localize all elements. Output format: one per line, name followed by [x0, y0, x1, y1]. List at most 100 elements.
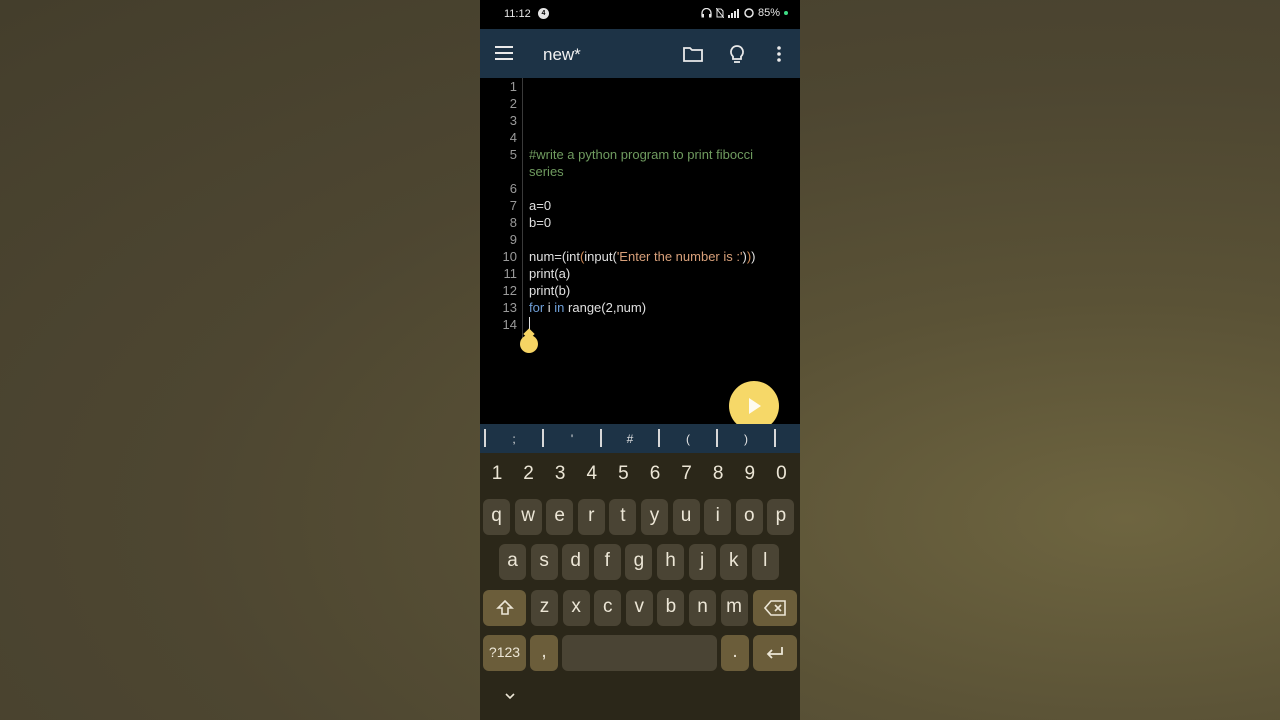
number-key[interactable]: 4	[577, 463, 607, 485]
letter-key[interactable]: l	[751, 544, 779, 580]
code-token: series	[529, 164, 564, 179]
symbol-quote[interactable]: '	[552, 432, 592, 446]
file-title: new*	[543, 45, 581, 64]
letter-key[interactable]: w	[514, 499, 542, 535]
notification-badge: 4	[538, 8, 549, 19]
code-token: input(	[584, 249, 617, 264]
letter-key[interactable]: x	[562, 590, 590, 626]
status-bar: 11:12 4 85%	[480, 0, 800, 29]
code-token: range(2,num)	[564, 300, 647, 315]
code-token: num=(int	[529, 249, 580, 264]
line-number: 12	[502, 283, 517, 298]
letter-key[interactable]: h	[657, 544, 684, 580]
backspace-icon	[763, 600, 786, 616]
chevron-down-icon[interactable]	[504, 690, 516, 702]
number-key[interactable]: 6	[640, 463, 670, 485]
gutter-divider	[522, 78, 523, 338]
letter-key[interactable]: e	[546, 499, 574, 535]
number-key[interactable]: 5	[608, 463, 638, 485]
status-time: 11:12	[504, 8, 531, 20]
line-number: 4	[509, 130, 517, 145]
symbol-hash[interactable]: #	[610, 432, 650, 446]
shift-icon	[495, 599, 514, 615]
letter-key[interactable]: m	[720, 590, 748, 626]
letter-key[interactable]: z	[531, 590, 558, 626]
letter-key[interactable]: q	[483, 499, 510, 535]
code-line: num=(int(input('Enter the number is :'))…	[529, 249, 756, 264]
letter-key[interactable]: n	[689, 590, 716, 626]
code-token: in	[554, 300, 565, 315]
code-token: )	[751, 249, 756, 264]
shift-key[interactable]	[483, 590, 526, 626]
number-key[interactable]: 8	[703, 463, 733, 485]
code-line: a=0	[529, 198, 551, 213]
period-key[interactable]: .	[721, 635, 749, 671]
code-line: print(a)	[529, 266, 570, 281]
phone-screen: 11:12 4 85% new* 1 2 3 4 5 #write a python	[480, 0, 800, 720]
code-token: 'Enter the number is :'	[616, 249, 743, 264]
letter-key[interactable]: b	[657, 590, 685, 626]
symbol-open-paren[interactable]: (	[668, 432, 708, 446]
letter-key[interactable]: o	[735, 499, 763, 535]
code-token: print(a)	[529, 266, 571, 281]
line-number: 3	[509, 113, 517, 128]
symbol-separator	[542, 429, 544, 447]
code-line: for i in range(2,num)	[529, 300, 646, 315]
privacy-dot-icon	[784, 11, 788, 15]
backspace-key[interactable]	[753, 590, 797, 626]
letter-key[interactable]: p	[767, 499, 795, 535]
status-icons: 85%	[701, 7, 788, 19]
letter-key[interactable]: v	[625, 590, 653, 626]
letter-key[interactable]: g	[625, 544, 653, 580]
letter-key[interactable]: d	[562, 544, 590, 580]
lightbulb-icon[interactable]	[726, 43, 748, 65]
enter-icon	[766, 647, 783, 659]
letter-key[interactable]: j	[688, 544, 716, 580]
letter-key[interactable]: s	[530, 544, 558, 580]
line-number: 13	[502, 300, 517, 315]
number-key[interactable]: 7	[672, 463, 702, 485]
symbol-semicolon[interactable]: ;	[494, 432, 534, 446]
code-token: b=0	[529, 215, 552, 230]
number-key[interactable]: 9	[735, 463, 765, 485]
number-key[interactable]: 1	[482, 463, 512, 485]
headphones-icon	[701, 8, 712, 18]
number-key[interactable]: 3	[545, 463, 575, 485]
line-number: 2	[509, 96, 517, 111]
number-key[interactable]: 2	[514, 463, 544, 485]
line-number: 1	[509, 79, 517, 94]
soft-keyboard: 1234567890 qwertyuiop asdfghjkl zxcvbnm ?12…	[480, 453, 800, 720]
play-icon	[749, 398, 761, 414]
more-vert-icon[interactable]	[768, 43, 790, 65]
menu-icon[interactable]	[494, 44, 514, 62]
letter-key[interactable]: r	[577, 499, 605, 535]
code-token: a=0	[529, 198, 552, 213]
folder-icon[interactable]	[682, 43, 704, 65]
code-token: for	[529, 300, 545, 315]
line-number: 7	[509, 198, 517, 213]
symbol-separator	[600, 429, 602, 447]
symbol-close-paren[interactable]: )	[726, 432, 766, 446]
symbol-separator	[774, 429, 776, 447]
symbols-key[interactable]: ?123	[483, 635, 526, 671]
space-key[interactable]	[562, 635, 717, 671]
code-line: print(b)	[529, 283, 570, 298]
battery-ring-icon	[744, 8, 754, 18]
letter-key[interactable]: i	[704, 499, 732, 535]
code-editor[interactable]: 1 2 3 4 5 #write a python program to print fi…	[480, 78, 800, 431]
letter-key[interactable]: k	[720, 544, 748, 580]
line-number: 8	[509, 215, 517, 230]
line-number: 5	[509, 147, 517, 162]
letter-key[interactable]: y	[641, 499, 668, 535]
comma-key[interactable]: ,	[530, 635, 558, 671]
line-number: 14	[502, 317, 517, 332]
cursor-handle[interactable]	[520, 335, 538, 353]
letter-key[interactable]: u	[672, 499, 700, 535]
letter-key[interactable]: f	[593, 544, 621, 580]
letter-key[interactable]: a	[499, 544, 526, 580]
code-line: #write a python program to print fibocci	[529, 147, 753, 162]
letter-key[interactable]: t	[609, 499, 637, 535]
number-key[interactable]: 0	[766, 463, 796, 485]
enter-key[interactable]	[753, 635, 797, 671]
letter-key[interactable]: c	[594, 590, 622, 626]
